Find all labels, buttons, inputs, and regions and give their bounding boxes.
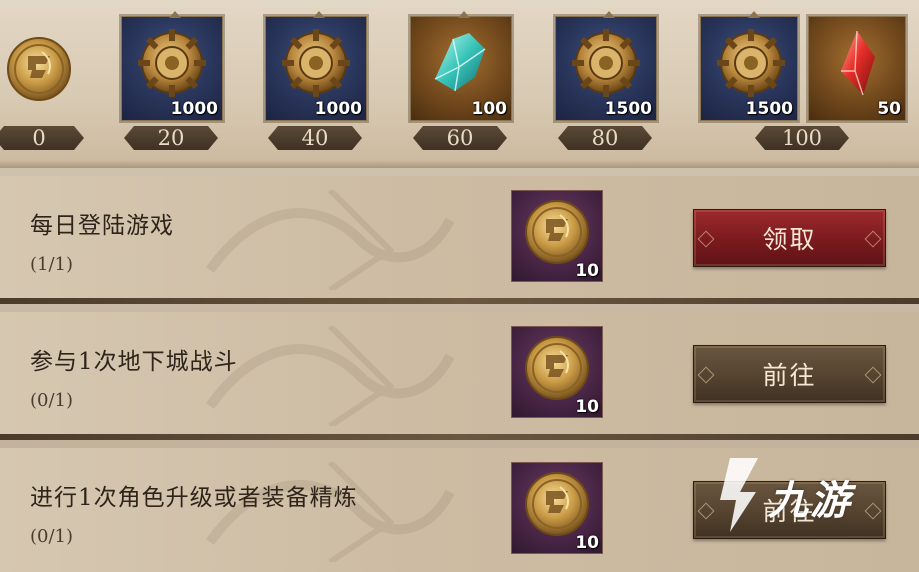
reward-qty: 1000 <box>170 99 218 119</box>
reward-qty: 1500 <box>745 99 793 119</box>
task-progress: (1/1) <box>30 254 74 275</box>
medal-coin-icon <box>524 335 590 401</box>
medal-coin-icon <box>524 199 590 265</box>
task-progress: (0/1) <box>30 390 74 411</box>
milestone-threshold: 40 <box>268 126 362 150</box>
medal-coin-icon <box>524 471 590 537</box>
task-row: 每日登陆游戏 (1/1) 10 领取 <box>0 176 919 304</box>
current-points: 0 <box>0 126 84 150</box>
reward-card[interactable]: 1000 <box>265 11 367 121</box>
reward-card[interactable]: 50 <box>808 16 906 121</box>
reward-qty: 1000 <box>314 99 362 119</box>
divider <box>0 434 919 440</box>
milestone-threshold: 80 <box>558 126 652 150</box>
reward-qty: 10 <box>575 261 599 281</box>
task-title: 每日登陆游戏 <box>30 213 174 239</box>
button-label: 前往 <box>762 361 817 390</box>
bronze-wheel-icon <box>136 27 208 99</box>
task-title: 进行1次角色升级或者装备精炼 <box>30 485 358 511</box>
bronze-wheel-icon <box>715 27 787 99</box>
task-reward: 10 <box>511 326 603 418</box>
ornament-decoration <box>205 326 455 426</box>
milestone-threshold: 20 <box>124 126 218 150</box>
watermark-text: 九游 <box>768 478 852 524</box>
reward-qty: 50 <box>877 99 901 119</box>
reward-track: 0 1000 20 1000 40 100 60 1500 80 1500 50… <box>0 0 919 168</box>
reward-card[interactable]: 100 <box>410 11 512 121</box>
reward-qty: 1500 <box>604 99 652 119</box>
medal-coin-icon <box>6 36 72 102</box>
ornament-decoration <box>205 462 455 562</box>
claim-button[interactable]: 领取 <box>693 209 886 267</box>
reward-qty: 100 <box>471 99 508 119</box>
reward-card[interactable]: 1500 <box>700 11 798 121</box>
teal-crystal-icon <box>425 27 497 99</box>
ornament-decoration <box>205 190 455 290</box>
reward-qty: 10 <box>575 397 599 417</box>
task-progress: (0/1) <box>30 526 74 547</box>
button-label: 领取 <box>762 225 817 254</box>
task-reward: 10 <box>511 462 603 554</box>
task-title: 参与1次地下城战斗 <box>30 349 238 375</box>
task-reward: 10 <box>511 190 603 282</box>
reward-qty: 10 <box>575 533 599 553</box>
red-gem-icon <box>827 27 887 99</box>
milestone-threshold: 100 <box>755 126 849 150</box>
reward-card[interactable]: 1000 <box>121 11 223 121</box>
task-row: 参与1次地下城战斗 (0/1) 10 前往 <box>0 312 919 440</box>
bronze-wheel-icon <box>570 27 642 99</box>
divider <box>0 298 919 304</box>
milestone-threshold: 60 <box>413 126 507 150</box>
reward-card[interactable]: 1500 <box>555 11 657 121</box>
go-button[interactable]: 前往 <box>693 345 886 403</box>
bronze-wheel-icon <box>280 27 352 99</box>
